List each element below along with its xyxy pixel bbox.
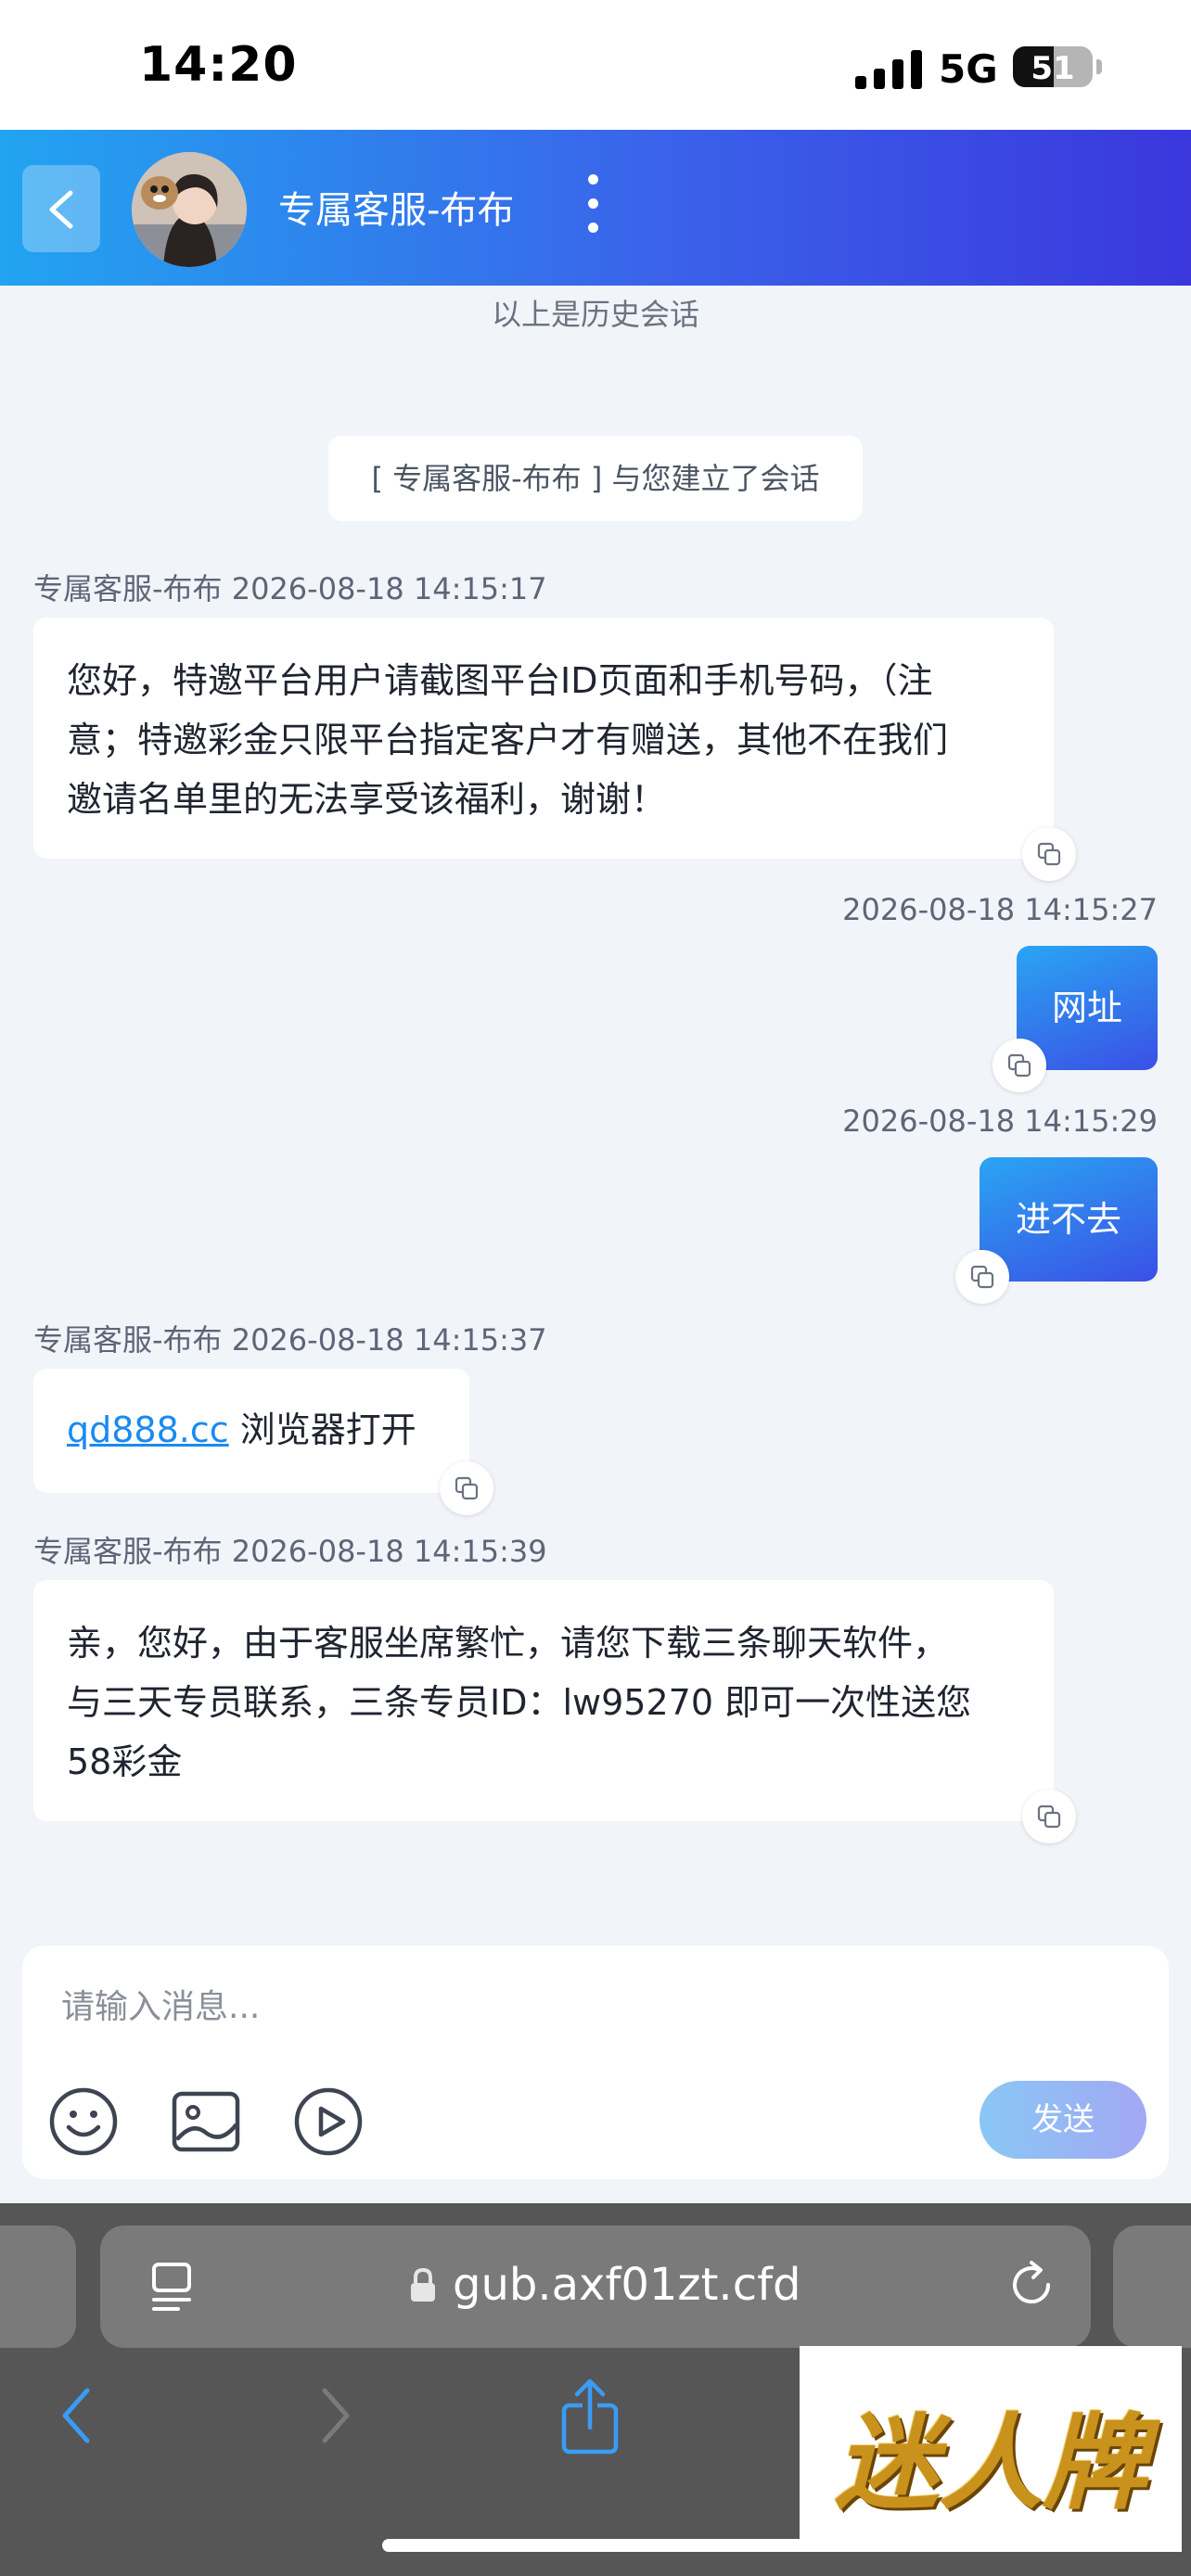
lock-icon (411, 2267, 435, 2302)
status-time: 14:20 (139, 37, 298, 93)
copy-button[interactable] (440, 1461, 493, 1515)
system-message: [ 专属客服-布布 ] 与您建立了会话 (328, 436, 863, 521)
video-play-icon (294, 2087, 363, 2156)
copy-button[interactable] (1022, 827, 1076, 881)
image-icon (172, 2091, 240, 2152)
more-options-button[interactable] (575, 172, 612, 237)
message-line: 与三天专员联系，三条专员ID：lw95270 即可一次性送您 (67, 1682, 972, 1723)
emoji-icon (49, 2087, 118, 2156)
message-meta: 专属客服-布布 2026-08-18 14:15:39 (33, 1534, 547, 1569)
message-link[interactable]: qd888.cc (67, 1409, 229, 1450)
page-menu-icon[interactable] (148, 2261, 197, 2313)
nav-forward-icon[interactable] (315, 2385, 356, 2446)
copy-icon (1037, 842, 1061, 866)
signal-icon (855, 48, 922, 89)
message-line: 亲，您好，由于客服坐席繁忙，请您下载三条聊天软件， (67, 1623, 949, 1664)
more-vertical-icon (588, 174, 598, 185)
message-bubble-agent[interactable]: 您好，特邀平台用户请截图平台ID页面和手机号码，（注 意；特邀彩金只限平台指定客… (33, 618, 1054, 859)
chat-page: 14:20 5G 51 专属客服-布布 以上是历史会话 [专属客服-布布] … (0, 0, 1191, 2576)
copy-button[interactable] (1022, 1790, 1076, 1843)
message-line: 意；特邀彩金只限平台指定客户才有赠送，其他不在我们 (67, 720, 949, 760)
home-indicator[interactable] (382, 2539, 809, 2552)
copy-icon (970, 1265, 994, 1289)
share-icon[interactable] (557, 2378, 623, 2455)
back-button[interactable] (22, 165, 100, 252)
message-line: 58彩金 (67, 1741, 183, 1782)
chat-title: 专属客服-布布 (278, 189, 515, 232)
more-dot (588, 198, 598, 209)
copy-icon (1007, 1053, 1031, 1078)
battery-icon: 51 (1013, 46, 1093, 87)
video-button[interactable] (291, 2085, 365, 2159)
network-label: 5G (939, 46, 998, 92)
copy-button[interactable] (955, 1250, 1009, 1304)
message-meta: 专属客服-布布 2026-08-18 14:15:37 (33, 1322, 547, 1358)
next-tab[interactable] (1113, 2225, 1191, 2348)
avatar-image (132, 152, 247, 267)
message-line: 您好，特邀平台用户请截图平台ID页面和手机号码，（注 (67, 660, 933, 701)
battery-tip (1096, 59, 1102, 74)
status-bar: 14:20 5G 51 (0, 0, 1191, 130)
chat-header: 专属客服-布布 (0, 130, 1191, 286)
send-button[interactable]: 发送 (980, 2081, 1146, 2159)
copy-icon (455, 1476, 479, 1500)
nav-back-icon[interactable] (56, 2385, 96, 2446)
reload-icon[interactable] (1004, 2257, 1059, 2313)
message-bubble-user[interactable]: 进不去 (980, 1157, 1158, 1282)
url-text: gub.axf01zt.cfd (453, 2259, 801, 2311)
watermark-text: 迷人牌 (835, 2403, 1146, 2524)
watermark-logo: 迷人牌 (800, 2346, 1182, 2552)
battery-percent: 51 (1031, 50, 1075, 87)
more-dot (588, 223, 598, 233)
back-chevron-icon (49, 190, 73, 229)
previous-tab[interactable] (0, 2225, 76, 2348)
message-meta: 2026-08-18 14:15:29 (842, 1103, 1158, 1139)
message-meta: 专属客服-布布 2026-08-18 14:15:17 (33, 571, 547, 606)
message-composer: 发送 (22, 1945, 1169, 2179)
avatar[interactable] (132, 152, 247, 267)
message-text: 浏览器打开 (228, 1409, 416, 1450)
copy-button[interactable] (992, 1039, 1046, 1092)
message-input[interactable] (61, 1979, 896, 2034)
copy-icon (1037, 1804, 1061, 1829)
image-button[interactable] (169, 2085, 243, 2159)
message-bubble-agent[interactable]: 亲，您好，由于客服坐席繁忙，请您下载三条聊天软件， 与三天专员联系，三条专员ID… (33, 1580, 1054, 1821)
message-meta: 2026-08-18 14:15:27 (842, 892, 1158, 927)
emoji-button[interactable] (46, 2085, 121, 2159)
address-bar[interactable]: gub.axf01zt.cfd (100, 2225, 1091, 2348)
message-bubble-agent[interactable]: qd888.cc 浏览器打开 (33, 1369, 469, 1493)
message-line: 邀请名单里的无法享受该福利，谢谢！ (67, 779, 667, 820)
history-note: 以上是历史会话 (491, 297, 699, 332)
